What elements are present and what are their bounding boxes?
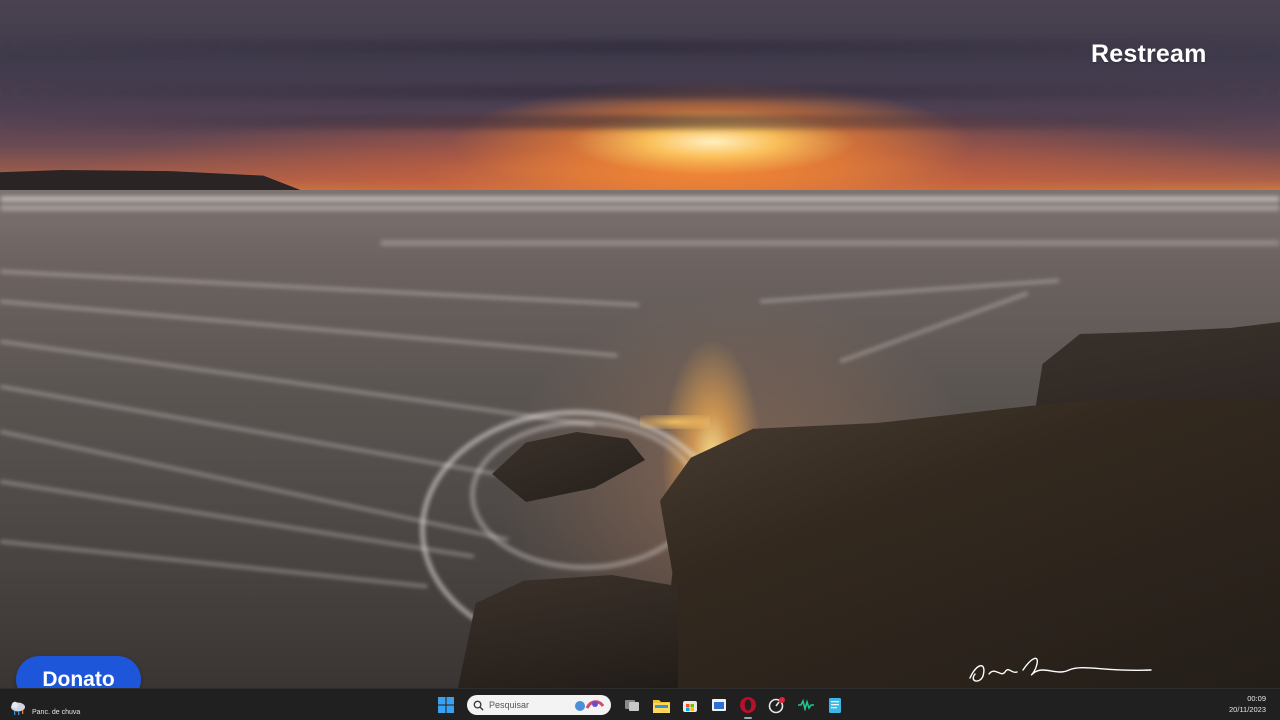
rain-cloud-icon: [11, 701, 25, 715]
waveform-icon: [798, 699, 814, 711]
cloud-band: [0, 40, 1280, 54]
search-icon: [473, 700, 484, 711]
task-view-icon: [625, 700, 639, 711]
search-highlight-icon: [575, 700, 605, 711]
restream-logo: Restream: [1091, 40, 1207, 68]
green-app-button[interactable]: [796, 695, 816, 715]
wave-line: [0, 196, 1280, 202]
notepad-button[interactable]: [825, 695, 845, 715]
window-icon: [712, 699, 726, 711]
file-explorer-button[interactable]: [651, 695, 671, 715]
weather-widget[interactable]: Panc. de chuva: [8, 693, 80, 717]
microsoft-store-button[interactable]: [680, 695, 700, 715]
opera-icon: [740, 697, 756, 713]
cloud-band: [0, 115, 1280, 129]
rock-shore: [660, 400, 1280, 688]
opera-button[interactable]: [738, 695, 758, 719]
clock-date: 20/11/2023: [1229, 705, 1266, 714]
windows-logo-icon: [438, 697, 454, 713]
browser-button[interactable]: [767, 695, 787, 715]
taskbar: Panc. de chuva Pesquisar 00:09 20/11/202…: [0, 688, 1280, 720]
notepad-icon: [829, 697, 841, 713]
desktop-wallpaper: [0, 0, 1280, 688]
wave-line: [0, 205, 1280, 211]
taskbar-search-box[interactable]: Pesquisar: [467, 695, 611, 715]
sun-glint: [640, 415, 710, 429]
store-bag-icon: [683, 701, 697, 712]
app-window-button[interactable]: [709, 695, 729, 715]
search-placeholder: Pesquisar: [489, 700, 530, 710]
photographer-signature: [969, 657, 1152, 682]
system-clock[interactable]: 00:09 20/11/2023: [1206, 693, 1266, 715]
wave-line: [380, 240, 1280, 246]
cloud-band: [0, 85, 1280, 99]
weather-label: Panc. de chuva: [32, 709, 81, 716]
browser-notification-icon: [768, 697, 785, 714]
folder-icon: [652, 699, 670, 713]
taskbar-pinned-apps: Pesquisar: [436, 693, 845, 719]
clock-time: 00:09: [1247, 694, 1266, 703]
windows-start-button[interactable]: [436, 695, 456, 715]
task-view-button[interactable]: [622, 695, 642, 715]
